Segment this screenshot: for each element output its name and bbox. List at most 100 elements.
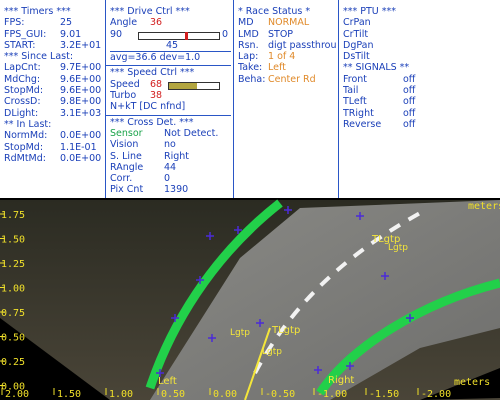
cross-det-title: *** Cross Det. ***: [110, 116, 194, 128]
signal-tleft-label: TLeft: [343, 96, 367, 108]
y-tick-label: 1.50: [1, 235, 25, 246]
stopmd2-label: StopMd:: [4, 141, 44, 153]
signal-tright-label: TRight: [343, 107, 374, 119]
x-tick-label: -2.00: [421, 389, 451, 400]
x-unit-label: meters: [454, 377, 490, 388]
crossd-label: CrossD:: [4, 96, 41, 108]
rsn-value: digt passthrough: [268, 39, 336, 51]
stopmd-label: StopMd:: [4, 85, 44, 97]
beha-label: Beha:: [238, 73, 266, 85]
signal-tail-value: off: [403, 85, 416, 97]
lapcnt-label: LapCnt:: [4, 62, 41, 74]
md-label: MD: [238, 17, 254, 29]
signal-front-label: Front: [343, 73, 368, 85]
rangle-label: RAngle: [110, 161, 144, 173]
fps-gui-label: FPS_GUI:: [4, 28, 47, 40]
marker-right-label: Right: [328, 375, 354, 386]
x-tick-label: -1.00: [317, 389, 347, 400]
ptu-item: CrPan: [343, 17, 371, 29]
signal-front-value: off: [403, 73, 416, 85]
dlight-value: 3.1E+03: [60, 107, 102, 119]
x-tick-label: -0.50: [265, 389, 295, 400]
marker-lgtp-label: Lgtp: [230, 328, 250, 338]
signal-tail-label: Tail: [343, 85, 359, 97]
y-tick-label: 1.00: [1, 284, 25, 295]
signal-reverse-label: Reverse: [343, 118, 382, 130]
speed-bar: [168, 81, 220, 90]
normmd-value: 0.0E+00: [60, 130, 102, 142]
angle-bar: [138, 31, 220, 40]
start-label: START:: [4, 39, 36, 51]
drive-ctrl-title: *** Drive Ctrl ***: [110, 6, 190, 17]
speed-label: Speed: [110, 78, 140, 90]
y-tick-label: 1.75: [1, 210, 25, 221]
marker-left-label: Left: [158, 376, 177, 387]
timers-column: *** Timers *** FPS: 25 FPS_GUI: 9.01 START…: [0, 0, 106, 198]
vision-label: Vision: [110, 139, 139, 151]
corr-label: Corr.: [110, 173, 133, 185]
sensor-label: Sensor: [110, 127, 143, 139]
angle-bar-mid: 45: [166, 39, 179, 51]
x-axis-ticks: 2.00 1.50 1.00 0.50 0.00 -0.50 -1.00 -1.50 -2.00: [1, 388, 451, 400]
camera-view: Left Right TLgtp TLgtp Lgtp Lgtp Lgtp 1.…: [0, 198, 500, 400]
x-tick-label: 0.50: [161, 389, 185, 400]
fps-value: 25: [60, 17, 73, 29]
angle-bar-right: 0: [222, 28, 229, 40]
stopmd-value: 9.6E+00: [60, 85, 102, 97]
beha-value: Center Rd: [268, 73, 316, 85]
control-column: *** Drive Ctrl *** Angle 36 90 0 45 avg=3…: [106, 0, 234, 198]
lmd-label: LMD: [238, 28, 259, 40]
start-value: 3.2E+01: [60, 39, 102, 51]
nkt-text: N+kT [DC nfnd]: [110, 101, 186, 113]
y-tick-label: 1.25: [1, 259, 25, 270]
sline-label: S. Line: [110, 150, 142, 162]
crossd-value: 9.8E+00: [60, 96, 102, 108]
race-status-column: * Race Status * MD NORMAL LMD STOP Rsn. dig…: [234, 0, 339, 198]
x-tick-label: 0.00: [213, 389, 237, 400]
x-tick-label: 1.00: [109, 389, 133, 400]
angle-bar-left: 90: [110, 28, 123, 40]
ptu-item: CrTilt: [343, 28, 369, 40]
turbo-label: Turbo: [110, 90, 137, 102]
sline-value: Right: [164, 150, 190, 162]
race-status-title: * Race Status *: [238, 6, 311, 17]
pix-label: Pix Cnt: [110, 184, 144, 196]
since-last-title: *** Since Last:: [4, 51, 74, 63]
angle-label: Angle: [110, 17, 138, 29]
x-tick-label: -1.50: [369, 389, 399, 400]
in-last-title: ** In Last:: [4, 118, 52, 130]
fps-gui-value: 9.01: [60, 28, 82, 40]
signal-tright-value: off: [403, 107, 416, 119]
marker-lgtp-label: Lgtp: [388, 243, 408, 253]
y-tick-label: 0.50: [1, 333, 25, 344]
angle-avg: avg=36.6 dev=1.0: [110, 52, 201, 64]
take-label: Take:: [238, 62, 263, 74]
pix-value: 1390: [164, 184, 189, 196]
mdchg-label: MdChg:: [4, 73, 41, 85]
ptu-signals-column: *** PTU *** CrPan CrTilt DgPan DsTilt **…: [339, 0, 500, 198]
speed-value: 68: [150, 78, 163, 90]
lap-value: 1 of 4: [268, 51, 296, 63]
ptu-title: *** PTU ***: [343, 6, 397, 17]
turbo-value: 38: [150, 90, 163, 102]
md-value: NORMAL: [268, 17, 310, 29]
signal-tleft-value: off: [403, 96, 416, 108]
normmd-label: NormMd:: [4, 130, 48, 142]
status-panel: *** Timers *** FPS: 25 FPS_GUI: 9.01 START…: [0, 0, 500, 198]
speed-fill: [169, 82, 197, 89]
x-tick-label: 2.00: [5, 389, 29, 400]
y-tick-label: 0.25: [1, 357, 25, 368]
race-hud: *** Timers *** FPS: 25 FPS_GUI: 9.01 START…: [0, 0, 500, 400]
vision-value: no: [164, 139, 176, 151]
stopmd2-value: 1.1E-01: [60, 141, 97, 153]
ptu-item: DsTilt: [343, 51, 370, 63]
timers-title: *** Timers ***: [4, 6, 71, 17]
angle-value: 36: [150, 17, 163, 29]
speed-ctrl-title: *** Speed Ctrl ***: [110, 67, 195, 79]
lap-label: Lap:: [238, 51, 259, 63]
dlight-label: DLight:: [4, 107, 39, 119]
take-value: Left: [268, 62, 286, 74]
lapcnt-value: 9.7E+00: [60, 62, 102, 74]
marker-tlgtp-label: TLgtp: [271, 325, 300, 336]
y-unit-label: meters: [468, 201, 500, 212]
